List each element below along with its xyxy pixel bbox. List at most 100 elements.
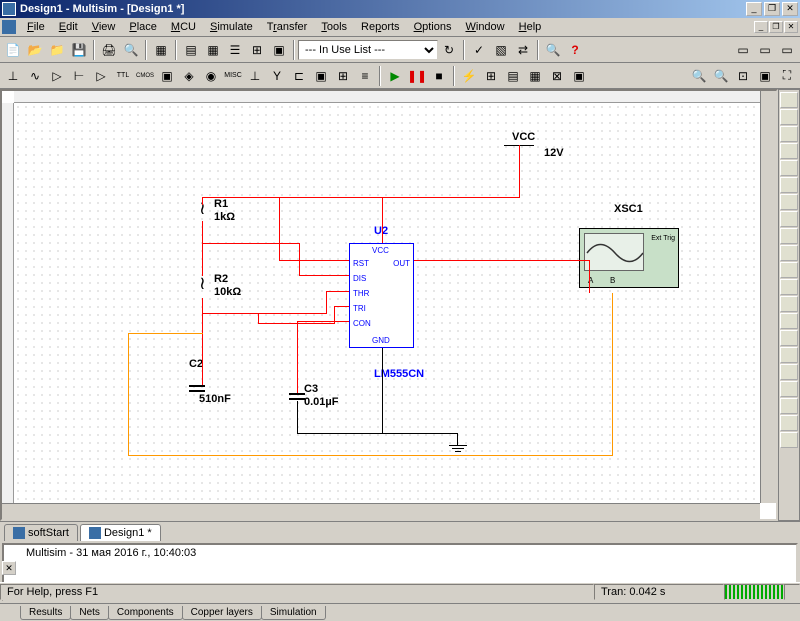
tab-copper-layers[interactable]: Copper layers [182,606,262,620]
menu-tools[interactable]: Tools [314,20,354,34]
place-transistor-button[interactable]: ⊢ [68,65,90,87]
backannotate-button[interactable]: ⇄ [512,39,534,61]
interactive-button[interactable]: ⚡ [458,65,480,87]
scrollbar-horizontal[interactable] [2,503,760,519]
menu-view[interactable]: View [85,20,123,34]
tab-components[interactable]: Components [108,606,183,620]
ic-lm555[interactable]: VCC RST DIS THR TRI CON OUT GND [349,243,414,348]
output-close-button[interactable]: ✕ [2,561,16,575]
tab-results[interactable]: Results [20,606,71,620]
place-power-button[interactable]: MISC [222,65,244,87]
labview-button[interactable] [780,398,798,414]
place-ttl-button[interactable]: TTL [112,65,134,87]
grapher-button[interactable]: ▦ [202,39,224,61]
circuit-wiz-button[interactable]: ⊞ [246,39,268,61]
zoom-in-button[interactable]: 🔍 [688,65,710,87]
menu-mcu[interactable]: MCU [164,20,203,34]
tab-softstart[interactable]: softStart [4,524,78,541]
menu-place[interactable]: Place [122,20,164,34]
toggle-panel-button[interactable]: ▦ [150,39,172,61]
agilent-fg-button[interactable] [780,330,798,346]
save-button[interactable]: 💾 [68,39,90,61]
menu-options[interactable]: Options [407,20,459,34]
in-use-list-combo[interactable]: --- In Use List --- [298,40,438,60]
current-probe-button[interactable] [780,432,798,448]
place-misc-digital-button[interactable]: ▣ [156,65,178,87]
cap-c2-plate[interactable] [189,385,205,387]
scrollbar-vertical[interactable] [760,91,776,503]
probe-button[interactable] [780,415,798,431]
spectrum-button[interactable] [780,296,798,312]
spreadsheet-button[interactable]: ▤ [180,39,202,61]
menu-help[interactable]: Help [512,20,549,34]
function-gen-button[interactable] [780,109,798,125]
maximize-button[interactable]: ❐ [764,2,780,16]
analysis-button[interactable]: ⊞ [480,65,502,87]
pause-button[interactable]: ❚❚ [406,65,428,87]
mdi-close-button[interactable]: ✕ [784,21,798,33]
ultiboard-button[interactable]: ▧ [490,39,512,61]
logic-analyzer-button[interactable] [780,228,798,244]
place-cmos-button[interactable]: CMOS [134,65,156,87]
freq-counter-button[interactable] [780,194,798,210]
place-mixed-button[interactable]: ◈ [178,65,200,87]
zoom-out-button[interactable]: 🔍 [710,65,732,87]
fullscreen-button[interactable]: ⛶ [776,65,798,87]
bode-plotter-button[interactable] [780,177,798,193]
help-button[interactable]: ? [564,39,586,61]
place-diode-button[interactable]: ▷ [46,65,68,87]
stop-button[interactable]: ■ [428,65,450,87]
place-basic-button[interactable]: ⊥ [2,65,24,87]
place-mcu-button[interactable]: ▣ [310,65,332,87]
menu-transfer[interactable]: Transfer [260,20,315,34]
new-button[interactable]: 📄 [2,39,24,61]
4ch-scope-button[interactable] [780,160,798,176]
open-button[interactable]: 📂 [24,39,46,61]
place-electromech-button[interactable]: Y [266,65,288,87]
postproc-button[interactable]: ☰ [224,39,246,61]
iv-analyzer-button[interactable] [780,262,798,278]
find-button[interactable]: 🔍 [542,39,564,61]
place-analog-button[interactable]: ▷ [90,65,112,87]
cap-c3-plate[interactable] [289,393,305,395]
mcu-debug-button[interactable]: ▣ [568,65,590,87]
agilent-mm-button[interactable] [780,347,798,363]
network-button[interactable] [780,313,798,329]
place-rf-button[interactable]: ⊥ [244,65,266,87]
logic-converter-button[interactable] [780,245,798,261]
place-indicator-button[interactable]: ◉ [200,65,222,87]
place-source-button[interactable]: ∿ [24,65,46,87]
postprocessor-button[interactable]: ▤ [502,65,524,87]
menu-simulate[interactable]: Simulate [203,20,260,34]
print-preview-button[interactable]: 🔍 [120,39,142,61]
tab-nets[interactable]: Nets [70,606,109,620]
place-hierarchy-button[interactable]: ⊞ [332,65,354,87]
menu-file[interactable]: File [20,20,52,34]
agilent-scope-button[interactable] [780,364,798,380]
tek-scope-button[interactable] [780,381,798,397]
place-connector-button[interactable]: ⊏ [288,65,310,87]
spreadsheet-view-button[interactable]: ▭ [754,39,776,61]
zoom-fit-button[interactable]: ▣ [754,65,776,87]
print-button[interactable]: 🖨 [98,39,120,61]
zoom-area-button[interactable]: ⊡ [732,65,754,87]
wattmeter-button[interactable] [780,126,798,142]
oscilloscope-button[interactable] [780,143,798,159]
resistor-r2-icon[interactable]: ≀ [199,273,206,295]
minimize-button[interactable]: _ [746,2,762,16]
open-sample-button[interactable]: 📁 [46,39,68,61]
run-button[interactable]: ▶ [384,65,406,87]
word-gen-button[interactable] [780,211,798,227]
database-button[interactable]: ▣ [268,39,290,61]
schematic-canvas[interactable]: VCC 12V R1 1kΩ ≀ R2 10kΩ ≀ C2 510nF C3 0… [14,103,760,503]
mdi-minimize-button[interactable]: _ [754,21,768,33]
menu-edit[interactable]: Edit [52,20,85,34]
oscilloscope-xsc1[interactable]: Ext Trig A B [579,228,679,288]
menu-window[interactable]: Window [458,20,511,34]
elvis-button[interactable]: ⊠ [546,65,568,87]
erc-button[interactable]: ✓ [468,39,490,61]
netlist-button[interactable]: ▭ [776,39,798,61]
tab-design1[interactable]: Design1 * [80,524,161,541]
design-toolbox-button[interactable]: ▭ [732,39,754,61]
menu-reports[interactable]: Reports [354,20,407,34]
